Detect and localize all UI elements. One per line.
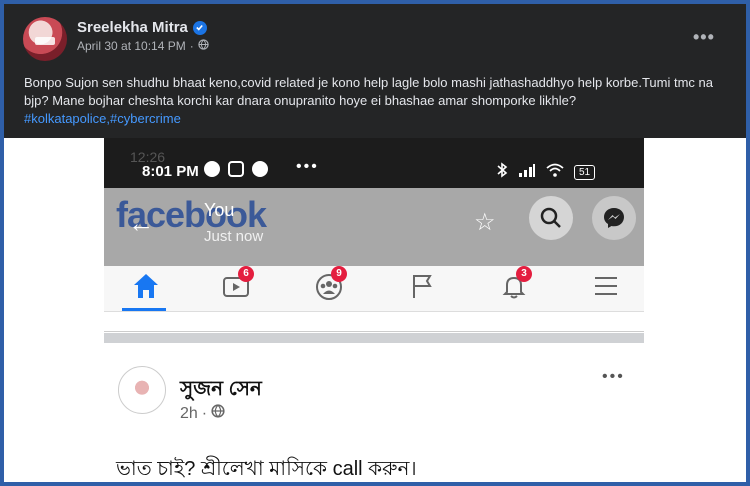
facebook-nav-bar: 6 9 3 [104, 266, 644, 312]
home-icon[interactable] [126, 272, 166, 302]
home-tab-underline [122, 308, 166, 311]
phone-status-bar: 12:26 8:01 PM ••• 51 [104, 138, 644, 188]
notifications-badge: 3 [516, 266, 532, 282]
post-timestamp[interactable]: April 30 at 10:14 PM [77, 39, 186, 53]
search-icon[interactable] [529, 196, 573, 240]
inner-post-time[interactable]: 2h [180, 405, 198, 423]
facebook-app-bar: facebook ← You Just now ☆ [104, 188, 644, 266]
inner-author-avatar[interactable] [118, 366, 166, 414]
instagram-icon [228, 161, 244, 177]
status-system-icons: 51 [496, 162, 596, 183]
video-icon[interactable]: 6 [216, 266, 256, 302]
chat-subtitle: Just now [204, 228, 264, 245]
author-name[interactable]: Sreelekha Mitra [77, 19, 188, 36]
inner-post-options-button[interactable]: ••• [602, 368, 625, 386]
feed-divider [104, 333, 644, 343]
post-text: Bonpo Sujon sen shudhu bhaat keno,covid … [24, 75, 713, 108]
post-meta: April 30 at 10:14 PM · [77, 39, 209, 53]
messenger-icon[interactable] [592, 196, 636, 240]
inner-post-author[interactable]: সুজন সেন [180, 374, 262, 407]
post-author[interactable]: Sreelekha Mitra [77, 19, 207, 36]
post-options-button[interactable]: ••• [693, 27, 715, 48]
wifi-icon [546, 163, 564, 182]
meta-separator: · [189, 39, 194, 53]
status-app-icons [204, 161, 268, 177]
chat-title: You [204, 200, 235, 220]
author-avatar[interactable] [23, 17, 67, 61]
video-badge: 6 [238, 266, 254, 282]
screenshot-frame: Sreelekha Mitra April 30 at 10:14 PM · •… [4, 4, 746, 482]
back-arrow-icon[interactable]: ← [128, 208, 154, 239]
inner-post-meta: 2h · [180, 404, 225, 423]
groups-icon[interactable]: 9 [309, 266, 349, 302]
menu-icon[interactable] [586, 272, 626, 302]
status-time: 8:01 PM [142, 163, 199, 180]
bluetooth-icon [496, 162, 508, 183]
whatsapp-icon [204, 161, 220, 177]
post-hashtags[interactable]: #kolkatapolice,#cybercrime [24, 111, 181, 126]
flag-icon[interactable] [402, 272, 442, 302]
inner-post-text: ভাত চাই? শ্রীলেখা মাসিকে call করুন। [116, 458, 417, 480]
embedded-phone-screenshot[interactable]: 12:26 8:01 PM ••• 51 facebook ← You Just… [104, 138, 644, 482]
facebook-icon [252, 161, 268, 177]
globe-icon [198, 39, 209, 53]
star-icon[interactable]: ☆ [474, 208, 496, 237]
status-more: ••• [296, 158, 319, 175]
inner-meta-separator: · [201, 404, 208, 422]
post-body: Bonpo Sujon sen shudhu bhaat keno,covid … [24, 74, 724, 128]
bell-icon[interactable]: 3 [494, 266, 534, 302]
globe-icon [211, 404, 225, 423]
verified-icon [192, 20, 207, 35]
groups-badge: 9 [331, 266, 347, 282]
signal-icon [518, 163, 536, 182]
composer-edge [104, 312, 644, 332]
battery-icon: 51 [574, 165, 596, 180]
